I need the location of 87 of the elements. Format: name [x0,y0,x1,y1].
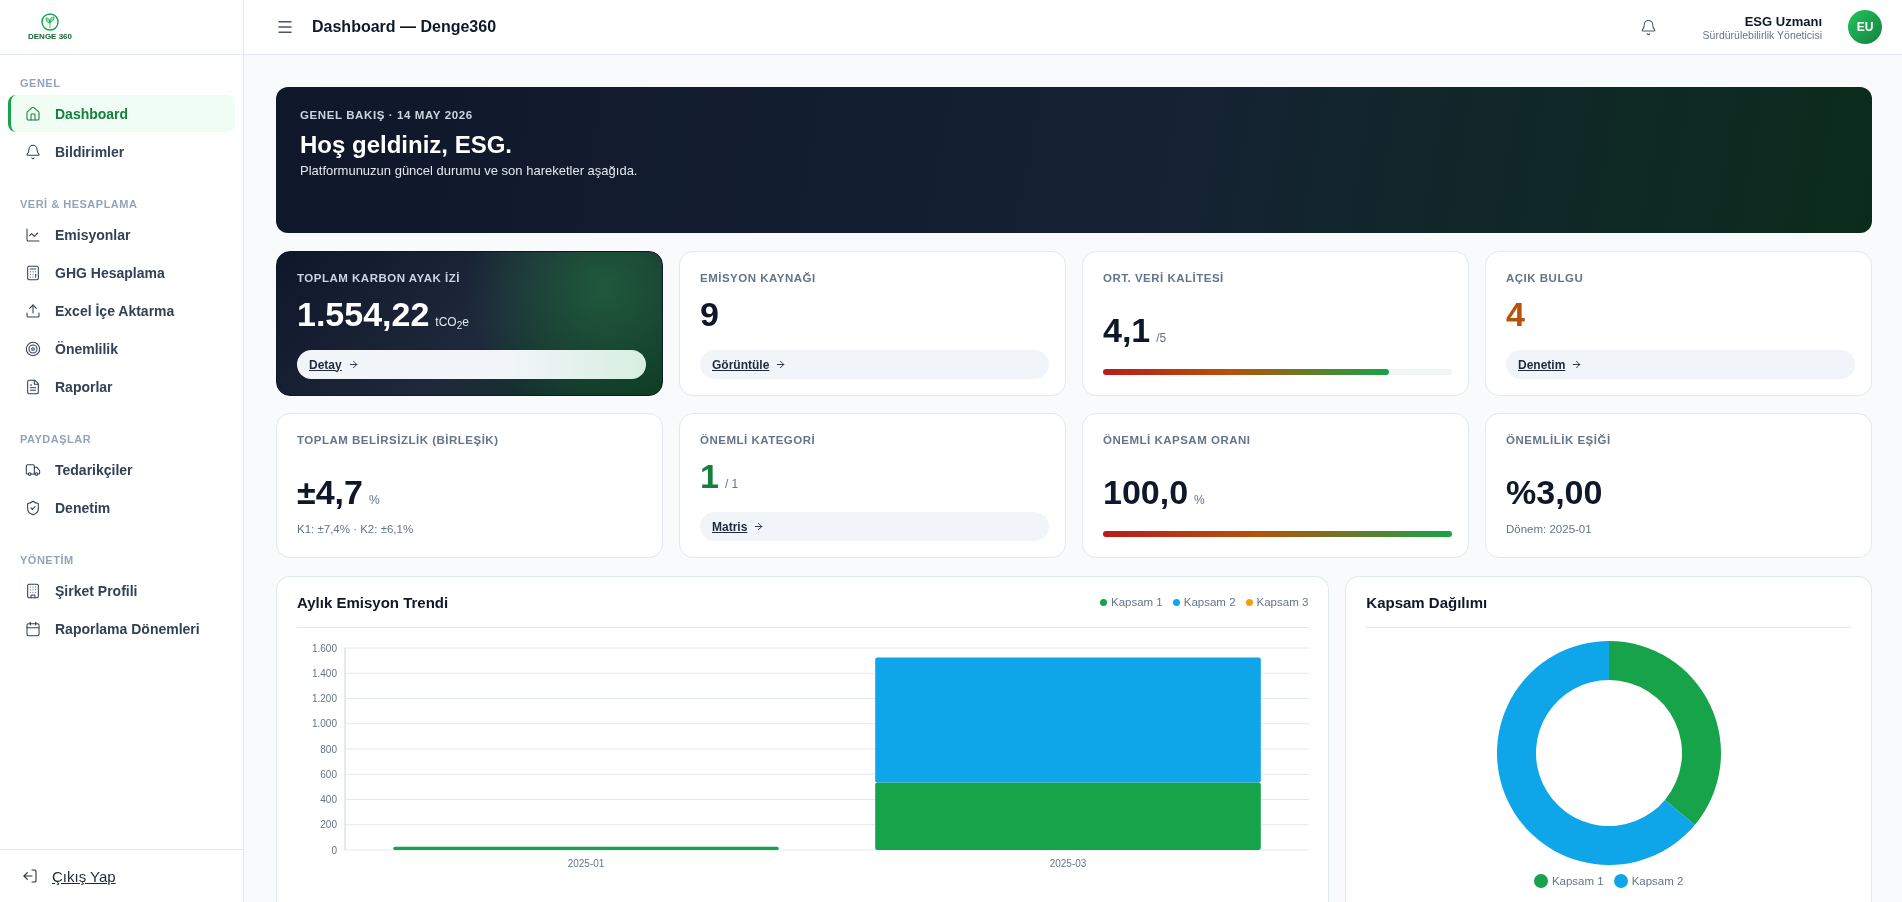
stat-label: ORT. VERİ KALİTESİ [1103,272,1225,284]
axis-tick-label: 1.200 [311,693,337,704]
stat-label: EMİSYON KAYNAĞI [700,272,817,284]
axis-tick-label: 0 [331,844,337,856]
logo-text: DENGE 360 [28,32,73,41]
banner-subtitle: Platformunuzun güncel durumu ve son hareketler aşağıda. [300,163,639,178]
axis-tick-label: 1.600 [311,642,337,654]
axis-tick-label: 1.000 [311,718,337,730]
axis-category-label: 2025-03 [1049,858,1087,869]
notification-bell-icon[interactable] [1639,18,1657,36]
stat-link-button[interactable]: Görüntüle [700,350,1049,379]
nav-section-title: PAYDAŞLAR [19,432,93,447]
stat-note: Dönem: 2025-01 [1506,523,1593,535]
nav-icon [25,499,41,516]
stat-value: %3,00 [1506,474,1603,512]
arrow-right-icon [1571,359,1583,370]
nav-item[interactable]: Excel İçe Aktarma [8,292,235,329]
user-name: ESG Uzmanı [1744,13,1822,29]
stat-unit: % [368,493,380,507]
nav-icon [25,226,41,243]
axis-tick-label: 200 [320,819,337,831]
nav-item[interactable]: GHG Hesaplama [8,254,235,291]
nav-icon [25,378,41,395]
stat-link-button[interactable]: Denetim [1506,350,1855,379]
legend-label: Kapsam 2 [1183,596,1236,608]
axis-tick-label: 400 [320,794,337,805]
stat-link-button[interactable]: Detay [297,350,646,379]
nav-item[interactable]: Önemlilik [8,330,235,367]
nav-icon [25,143,41,160]
arrow-right-icon [753,521,765,532]
nav-icon [25,264,41,281]
nav-section-title: GENEL [19,76,62,91]
axis-category-label: 2025-01 [567,858,605,869]
logout-icon [22,868,38,884]
banner-eyebrow: GENEL BAKIŞ · 14 MAY 2026 [300,109,474,121]
stat-label: ÖNEMLİLİK EŞİĞİ [1506,434,1612,446]
user-role: Sürdürülebilirlik Yöneticisi [1702,28,1822,41]
arrow-right-icon [347,359,359,370]
stat-label: AÇIK BULGU [1506,272,1585,284]
arrow-right-icon [775,359,787,370]
stat-unit: tCO$_{2}$e [435,315,469,332]
banner-title: Hoş geldiniz, ESG. [300,131,514,159]
legend-label: Kapsam 3 [1256,596,1309,608]
logout-link[interactable]: Çıkış Yap [22,867,116,885]
leaf-logo-icon [41,13,59,31]
stat-value: 1 [700,458,719,496]
stat-value: 4 [1506,296,1525,334]
page-title: Dashboard — Denge360 [312,18,498,36]
nav-section-title: YÖNETİM [19,553,75,568]
legend-label: Kapsam 1 [1551,875,1604,887]
stat-link-button[interactable]: Matris [700,512,1049,541]
axis-tick-label: 800 [320,743,337,755]
nav-icon [25,302,41,319]
stat-value: 100,0 [1103,474,1189,512]
stat-value: ±4,7 [297,474,363,512]
axis-tick-label: 600 [320,768,337,780]
stat-value: 1.554,22 [297,296,430,334]
chart-title: Aylık Emisyon Trendi [297,593,450,611]
stat-value: 9 [700,296,719,334]
stat-label: TOPLAM BELİRSİZLİK (BİRLEŞİK) [297,434,500,446]
stat-unit: / 1 [724,477,739,491]
nav-item[interactable]: Dashboard [8,95,235,132]
nav-icon [25,105,41,122]
stat-label: ÖNEMLİ KAPSAM ORANI [1103,434,1252,446]
nav-item[interactable]: Raporlama Dönemleri [8,610,235,647]
nav-icon [25,620,41,637]
nav-item[interactable]: Bildirimler [8,133,235,170]
stat-label: ÖNEMLİ KATEGORİ [700,434,817,446]
chart-title: Kapsam Dağılımı [1366,593,1489,611]
nav-item[interactable]: Tedarikçiler [8,451,235,488]
nav-item[interactable]: Denetim [8,489,235,526]
nav-item[interactable]: Şirket Profili [8,572,235,609]
legend-label: Kapsam 1 [1111,596,1163,608]
stat-value: 4,1 [1103,312,1151,350]
legend-label: Kapsam 2 [1631,875,1684,887]
nav-item[interactable]: Emisyonlar [8,216,235,253]
nav-icon [25,340,41,357]
stat-note: K1: ±7,4% · K2: ±6,1% [297,523,415,535]
nav-icon [25,582,41,599]
nav-section-title: VERİ & HESAPLAMA [19,197,139,212]
stat-unit: % [1194,493,1205,507]
axis-tick-label: 1.400 [311,667,337,679]
stat-unit: /5 [1156,331,1167,345]
nav-item[interactable]: Raporlar [8,368,235,405]
stat-label: TOPLAM KARBON AYAK İZİ [297,272,461,284]
menu-icon[interactable] [276,18,294,36]
nav-icon [25,461,41,478]
